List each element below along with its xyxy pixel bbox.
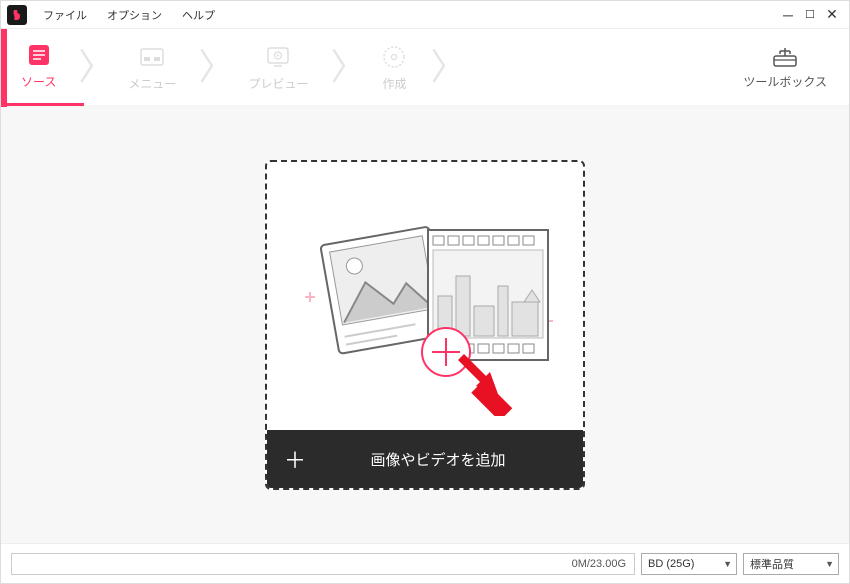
source-icon [25,41,53,69]
menu-file[interactable]: ファイル [33,7,97,23]
chevron-down-icon: ▼ [825,559,834,569]
capacity-bar: 0M/23.00G [11,553,635,575]
menu-help[interactable]: ヘルプ [172,7,225,23]
disc-type-value: BD (25G) [648,558,694,570]
stepbar: ソース 〉 メニュー 〉 プレビュー 〉 作成 〉 ツールボックス [1,29,849,107]
chevron-down-icon: ▼ [723,559,732,569]
toolbox-icon [771,45,799,69]
menu-icon [138,43,166,71]
window-controls: ─ ☐ ✕ [781,8,849,22]
add-media-label: 画像やビデオを追加 [323,449,583,470]
plus-icon: ＋ [267,443,323,475]
arrow-annotation [458,354,512,416]
app-icon [7,5,27,25]
preview-icon [264,43,292,71]
step-preview[interactable]: プレビュー [228,28,336,106]
maximize-button[interactable]: ☐ [803,8,817,22]
dropzone[interactable]: ＋ 画像やビデオを追加 [265,160,585,490]
step-menu[interactable]: メニュー [108,28,204,106]
quality-select[interactable]: 標準品質 ▼ [743,553,839,575]
dropzone-illustration [267,162,583,430]
close-button[interactable]: ✕ [825,8,839,22]
step-preview-label: プレビュー [248,75,308,92]
create-icon [380,43,408,71]
toolbox-button[interactable]: ツールボックス [743,45,839,90]
main-area: ＋ 画像やビデオを追加 [1,107,849,543]
menubar: ファイル オプション ヘルプ ─ ☐ ✕ [1,1,849,29]
toolbox-label: ツールボックス [743,73,827,90]
capacity-text: 0M/23.00G [572,558,626,570]
step-source-label: ソース [21,73,56,90]
disc-type-select[interactable]: BD (25G) ▼ [641,553,737,575]
quality-value: 標準品質 [750,556,794,572]
minimize-button[interactable]: ─ [781,8,795,22]
step-menu-label: メニュー [128,75,176,92]
menu-options[interactable]: オプション [97,7,172,23]
step-create-label: 作成 [382,75,406,92]
statusbar: 0M/23.00G BD (25G) ▼ 標準品質 ▼ [1,543,849,583]
add-media-button[interactable]: ＋ 画像やビデオを追加 [267,430,583,488]
step-create[interactable]: 作成 [360,28,436,106]
step-source[interactable]: ソース [1,28,84,106]
